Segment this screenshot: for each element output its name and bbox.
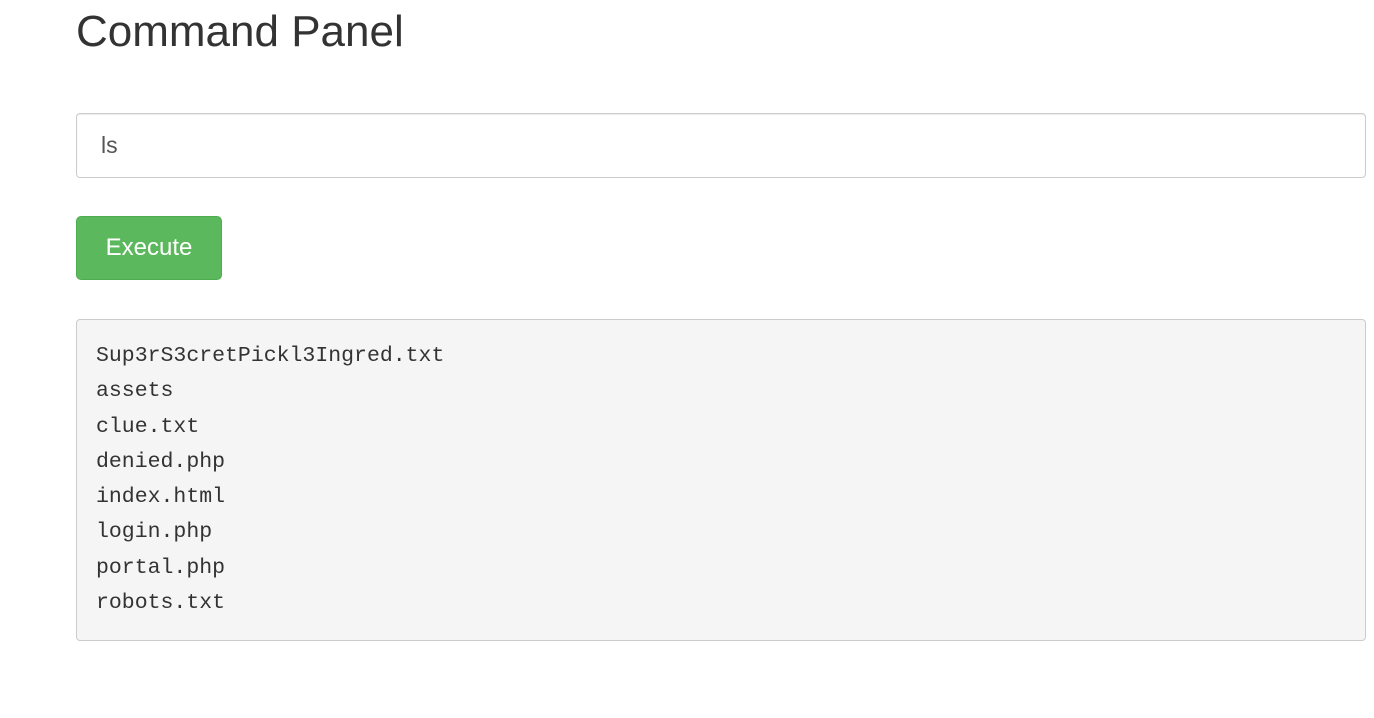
output-line: index.html [96,485,226,510]
output-line: assets [96,379,174,404]
output-line: denied.php [96,449,226,474]
command-panel-page: Command Panel Execute Sup3rS3cretPickl3I… [0,0,1374,718]
page-title: Command Panel [76,7,404,56]
output-line: portal.php [96,555,226,580]
command-input[interactable] [76,113,1366,178]
output-line: Sup3rS3cretPickl3Ingred.txt [96,344,445,368]
execute-button[interactable]: Execute [76,216,222,280]
output-line: robots.txt [96,591,226,616]
output-line: clue.txt [96,414,200,439]
output-line: login.php [96,520,213,545]
command-output: Sup3rS3cretPickl3Ingred.txt assets clue.tx… [76,319,1366,641]
